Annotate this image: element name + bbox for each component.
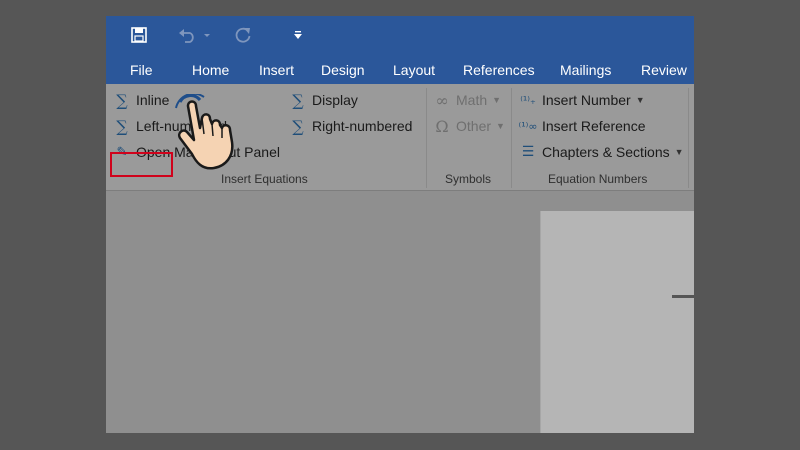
- equation-numbers-group-label: Equation Numbers: [548, 172, 648, 186]
- tab-home[interactable]: Home: [192, 60, 229, 80]
- inline-highlight-box: [110, 152, 173, 177]
- sigma-icon: ∑: [116, 90, 128, 110]
- inline-button[interactable]: ∑ Inline: [112, 89, 169, 111]
- insert-number-button[interactable]: ⁽¹⁾₊ Insert Number ▼: [518, 89, 645, 111]
- tab-mailings[interactable]: Mailings: [560, 60, 611, 80]
- chevron-down-icon: ▼: [674, 147, 684, 157]
- list-icon: ☰: [521, 144, 535, 160]
- tab-design[interactable]: Design: [321, 60, 365, 80]
- redo-icon[interactable]: [232, 22, 254, 48]
- display-sigma-icon: ∑: [292, 90, 304, 110]
- chevron-down-icon: ▼: [635, 95, 645, 105]
- symbols-group-label: Symbols: [445, 172, 492, 186]
- display-label: Display: [312, 92, 358, 108]
- group-divider: [426, 88, 427, 188]
- title-bar: [106, 16, 694, 56]
- infinity-icon: ∞: [435, 90, 449, 110]
- tab-review[interactable]: Review: [641, 60, 687, 80]
- chapters-sections-label: Chapters & Sections: [542, 144, 670, 160]
- tab-layout[interactable]: Layout: [393, 60, 435, 80]
- group-divider: [688, 88, 689, 188]
- undo-icon[interactable]: [176, 22, 214, 48]
- chevron-down-icon: ▼: [492, 95, 502, 105]
- pointing-hand-icon: [175, 94, 234, 170]
- left-numbered-sigma-icon: ∑: [116, 116, 128, 136]
- customize-toolbar-icon[interactable]: [290, 22, 306, 48]
- save-icon[interactable]: [126, 22, 152, 48]
- insert-equations-group-label: Insert Equations: [221, 172, 308, 186]
- right-numbered-button[interactable]: ∑ Right-numbered: [288, 115, 412, 137]
- omega-icon: Ω: [435, 116, 449, 136]
- display-button[interactable]: ∑ Display: [288, 89, 358, 111]
- tab-insert[interactable]: Insert: [259, 60, 294, 80]
- insert-reference-icon: ⁽¹⁾∞: [518, 119, 538, 133]
- tab-references[interactable]: References: [463, 60, 535, 80]
- chevron-down-icon: ▼: [496, 121, 505, 131]
- insert-number-label: Insert Number: [542, 92, 631, 108]
- document-page[interactable]: [540, 211, 694, 433]
- ribbon-tabs: File Home Insert Design Layout Reference…: [106, 56, 694, 84]
- insert-reference-label: Insert Reference: [542, 118, 646, 134]
- tab-file[interactable]: File: [130, 60, 153, 80]
- chapters-sections-button[interactable]: ☰ Chapters & Sections ▼: [518, 141, 684, 163]
- right-numbered-sigma-icon: ∑: [292, 116, 304, 136]
- word-window: File Home Insert Design Layout Reference…: [106, 16, 694, 433]
- math-label: Math: [456, 92, 488, 108]
- math-symbols-button[interactable]: ∞ Math ▼: [432, 89, 501, 111]
- insert-reference-button[interactable]: ⁽¹⁾∞ Insert Reference: [518, 115, 646, 137]
- other-label: Other: [456, 118, 492, 134]
- other-symbols-button[interactable]: Ω Other ▼: [432, 115, 505, 137]
- insert-number-icon: ⁽¹⁾₊: [520, 93, 536, 107]
- page-marker: [672, 295, 694, 298]
- group-divider: [511, 88, 512, 188]
- right-numbered-label: Right-numbered: [312, 118, 413, 134]
- inline-label: Inline: [136, 92, 170, 108]
